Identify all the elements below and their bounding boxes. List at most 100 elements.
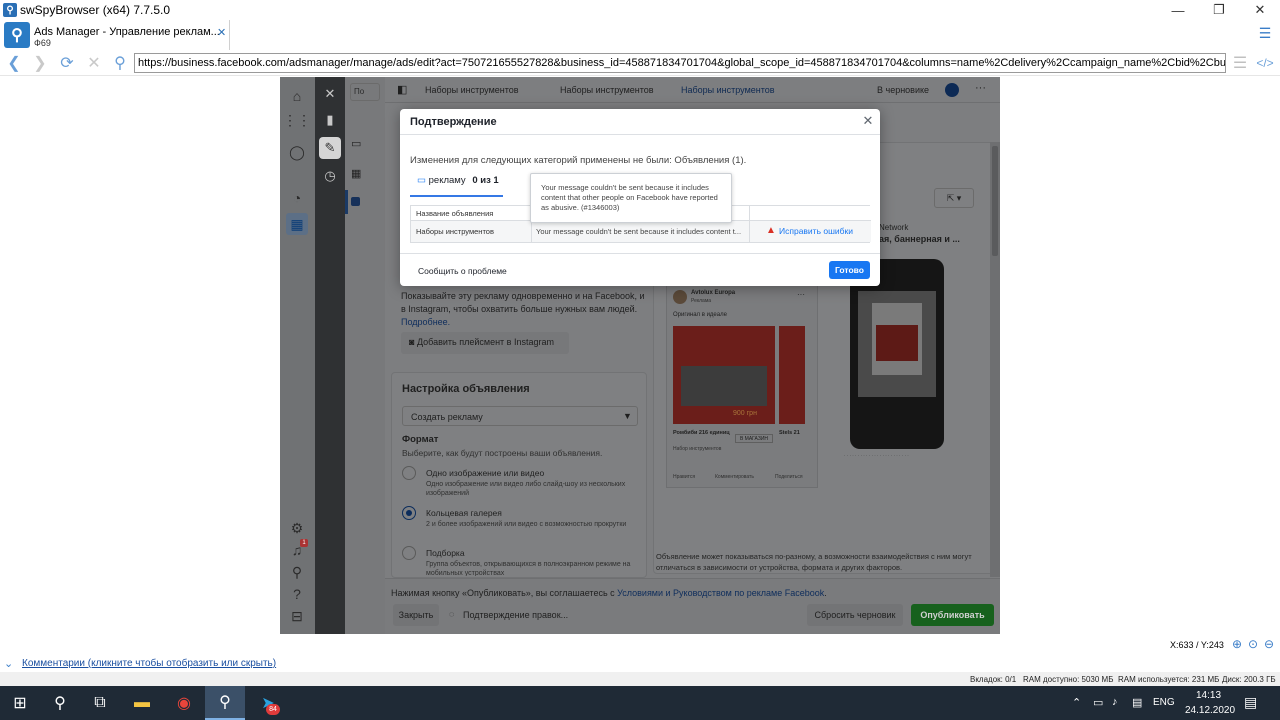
tab-favicon-icon: ⚲	[4, 22, 30, 48]
tab-title: Ads Manager - Управление реклам...	[34, 26, 220, 38]
terms-pre: Нажимая кнопку «Опубликовать», вы соглаш…	[391, 588, 618, 598]
format-radio-carousel[interactable]	[402, 506, 416, 520]
dialog-tab-ads[interactable]: ▭ рекламу 0 из 1	[417, 175, 499, 186]
home-icon[interactable]: ⌂	[286, 85, 308, 107]
zoom-reset-icon[interactable]: ⊙	[1248, 637, 1258, 651]
folder-icon[interactable]: ▭	[351, 137, 361, 150]
menu-lines-icon[interactable]: ☰	[1256, 25, 1274, 41]
table-icon[interactable]: ▦	[286, 213, 308, 235]
learn-more-link[interactable]: Подробнее.	[401, 316, 646, 329]
gauge-icon[interactable]: ◔	[286, 187, 308, 209]
tree-search-input[interactable]: По	[350, 83, 380, 101]
terms-link[interactable]: Условиями и Руководством по рекламе Face…	[617, 588, 824, 598]
phone-ad-card	[872, 303, 922, 375]
forward-icon[interactable]: ❯	[29, 52, 51, 74]
apps-grid-icon[interactable]: ⋮⋮	[283, 109, 311, 131]
share-preview-button[interactable]: ⇱ ▾	[934, 188, 974, 208]
preview-caption: Оригинал в идеале	[673, 312, 727, 318]
network-subtitle: ая, баннерная и ...	[879, 234, 960, 244]
collapse-close-icon[interactable]: ✕	[319, 83, 341, 105]
devtools-icon[interactable]: </>	[1254, 52, 1276, 74]
breadcrumb-adset[interactable]: Наборы инструментов	[560, 85, 654, 95]
product-image-1: 900 грн	[673, 326, 775, 424]
add-instagram-label: Добавить плейсмент в Instagram	[416, 337, 554, 347]
refresh-icon[interactable]: ⟳	[56, 52, 78, 74]
comments-toggle-link[interactable]: Комментарии (кликните чтобы отобразить и…	[22, 658, 276, 669]
close-icon[interactable]: ✕	[1240, 0, 1280, 20]
chart-icon[interactable]: ▮	[319, 109, 341, 131]
task-view-icon[interactable]: ⧉	[80, 686, 120, 720]
maximize-icon[interactable]: ❐	[1199, 0, 1239, 20]
column-header-name: Название объявления	[416, 209, 494, 218]
action-center-icon[interactable]: ▤	[1244, 694, 1257, 711]
format-title: Формат	[402, 434, 439, 445]
menu-icon[interactable]: ☰	[1229, 52, 1251, 74]
format-radio-single[interactable]	[402, 466, 416, 480]
browser-tab[interactable]: ⚲ Ads Manager - Управление реклам... Ф69…	[0, 20, 230, 50]
placement-text: Показывайте эту рекламу одновременно и н…	[401, 290, 646, 329]
preview-more-icon: ···	[797, 290, 805, 299]
report-icon[interactable]: ⊟	[286, 605, 308, 627]
report-problem-link[interactable]: Сообщить о проблеме	[418, 266, 507, 276]
volume-icon[interactable]: ♪	[1112, 696, 1118, 708]
stop-icon[interactable]: ✕	[83, 52, 105, 74]
chrome-icon[interactable]: ◉	[164, 686, 204, 720]
format-radio-collection[interactable]	[402, 546, 416, 560]
breadcrumb-ad[interactable]: Наборы инструментов	[681, 85, 775, 95]
search-icon[interactable]: ⚲	[40, 686, 80, 720]
scrollbar-thumb[interactable]	[992, 146, 998, 256]
search-icon[interactable]: ⚲	[286, 561, 308, 583]
add-instagram-button[interactable]: ◙ Добавить плейсмент в Instagram	[401, 332, 569, 354]
pin-icon[interactable]: ⚲	[109, 52, 131, 74]
publish-button[interactable]: Опубликовать	[911, 604, 994, 626]
reset-draft-button[interactable]: Сбросить черновик	[807, 604, 903, 626]
minimize-icon[interactable]: —	[1158, 0, 1198, 20]
back-icon[interactable]: ❮	[3, 52, 25, 74]
comments-bar: ⌄ Комментарии (кликните чтобы отобразить…	[0, 656, 1280, 672]
card1-title: Ромбиби 216 единиц	[673, 430, 730, 436]
adset-icon[interactable]: ▦	[351, 167, 361, 180]
expand-icon[interactable]: ⌄	[4, 657, 13, 670]
create-ad-select[interactable]: Создать рекламу ▼	[402, 406, 638, 426]
ad-setup-panel: Настройка объявления Создать рекламу ▼ Ф…	[391, 372, 647, 578]
network-icon[interactable]: ▤	[1132, 696, 1142, 709]
product-image-2	[779, 326, 805, 424]
address-bar[interactable]: https://business.facebook.com/adsmanager…	[134, 53, 1226, 73]
tab-close-icon[interactable]: ✕	[217, 26, 226, 39]
dialog-close-icon[interactable]: ✕	[860, 113, 876, 129]
zoom-out-icon[interactable]: ⊖	[1264, 637, 1274, 651]
history-icon[interactable]: ◷	[319, 165, 341, 187]
done-button[interactable]: Готово	[829, 261, 870, 279]
fix-errors-link[interactable]: Исправить ошибки	[779, 226, 853, 236]
battery-icon[interactable]: ▭	[1093, 696, 1103, 709]
selected-marker	[345, 190, 348, 214]
status-toggle[interactable]	[945, 83, 959, 97]
clock-date[interactable]: 24.12.2020	[1185, 705, 1235, 716]
ad-icon[interactable]	[351, 197, 360, 206]
edit-pencil-icon[interactable]: ✎	[319, 137, 341, 159]
phone-legal-text: · · · · · · · · · · · · · · · · · · · · …	[844, 453, 909, 458]
close-button[interactable]: Закрыть	[393, 604, 439, 626]
zoom-in-icon[interactable]: ⊕	[1232, 637, 1242, 651]
spybrowser-taskbar-icon[interactable]: ⚲	[205, 686, 245, 720]
row-error-text[interactable]: Your message couldn't be sent because it…	[536, 227, 746, 236]
page-avatar	[673, 290, 687, 304]
card1-shop-button[interactable]: В МАГАЗИН	[735, 434, 773, 443]
account-avatar[interactable]: ◯	[286, 141, 308, 163]
error-tooltip: Your message couldn't be sent because it…	[530, 173, 732, 223]
help-icon[interactable]: ?	[286, 583, 308, 605]
telegram-icon[interactable]: ➤	[248, 686, 288, 720]
settings-icon[interactable]: ⚙	[286, 517, 308, 539]
clock-time[interactable]: 14:13	[1196, 690, 1221, 701]
tray-chevron-icon[interactable]: ⌃	[1072, 696, 1081, 709]
tab-underline	[410, 195, 503, 197]
language-indicator[interactable]: ENG	[1153, 697, 1175, 708]
scrollbar[interactable]	[990, 142, 1000, 577]
panel-toggle-icon[interactable]: ◧	[397, 83, 407, 96]
notification-badge: 1	[300, 539, 308, 547]
breadcrumb-campaign[interactable]: Наборы инструментов	[425, 85, 519, 95]
more-icon[interactable]: ···	[975, 82, 986, 94]
file-explorer-icon[interactable]: ▬	[122, 686, 162, 720]
windows-start-icon[interactable]: ⊞	[0, 686, 40, 720]
draft-status: В черновике	[877, 85, 930, 95]
